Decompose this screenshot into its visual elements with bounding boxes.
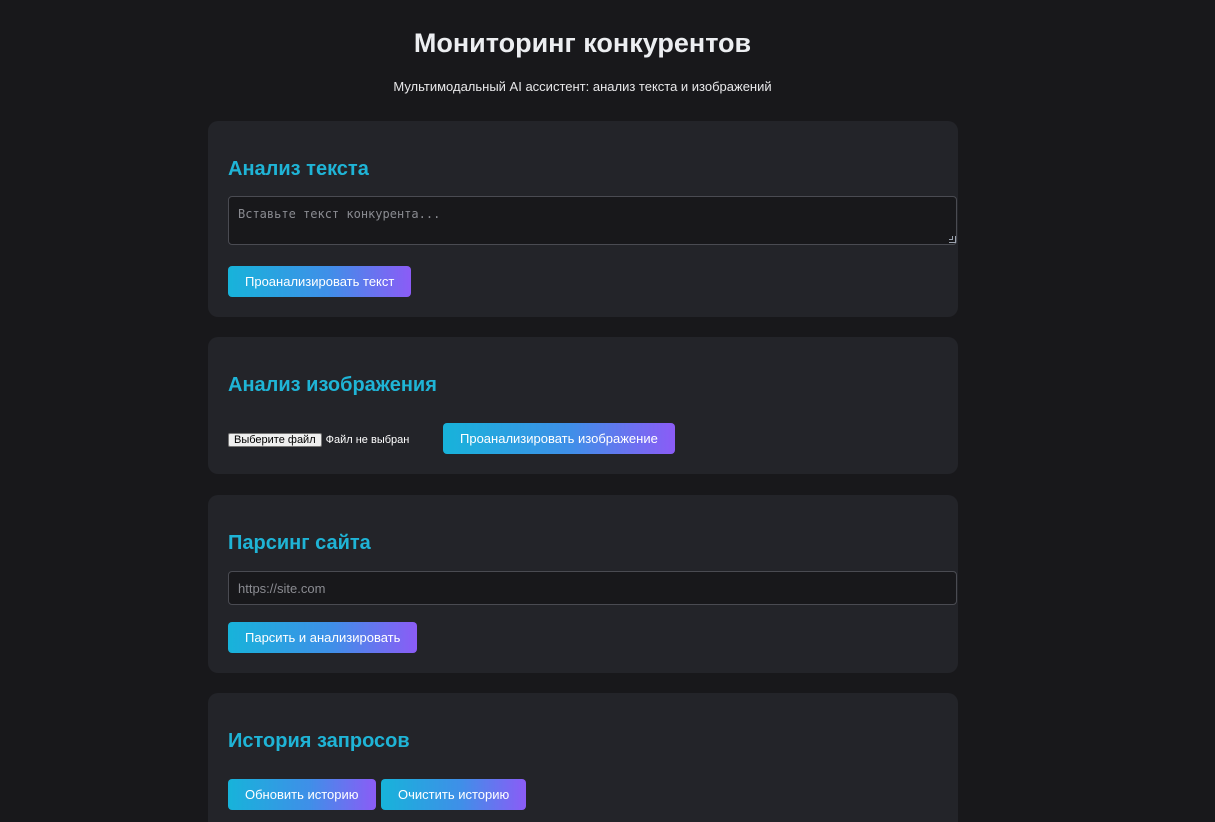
- page-title: Мониторинг конкурентов: [413, 28, 752, 58]
- textarea-resize-handle[interactable]: [949, 236, 956, 243]
- refresh-history-button[interactable]: Обновить историю: [228, 779, 376, 810]
- site-parsing-heading: Парсинг сайта: [228, 532, 371, 554]
- parse-site-button[interactable]: Парсить и анализировать: [228, 622, 418, 653]
- history-heading: История запросов: [228, 730, 410, 752]
- analyze-image-button[interactable]: Проанализировать изображение: [443, 423, 675, 454]
- analyze-text-button[interactable]: Проанализировать текст: [228, 266, 412, 297]
- history-card: История запросов Обновить историю Очисти…: [208, 693, 958, 822]
- text-analysis-card: Анализ текста Проанализировать текст: [208, 121, 958, 317]
- competitor-text-input[interactable]: [228, 196, 957, 245]
- page-subtitle: Мультимодальный AI ассистент: анализ тек…: [393, 79, 772, 94]
- text-analysis-heading: Анализ текста: [228, 158, 369, 180]
- file-picker: Выберите файл Файл не выбран: [228, 433, 409, 447]
- image-analysis-heading: Анализ изображения: [228, 374, 437, 396]
- page: Мониторинг конкурентов Мультимодальный A…: [0, 0, 1215, 822]
- file-status: Файл не выбран: [325, 434, 410, 446]
- choose-file-button[interactable]: Выберите файл: [228, 433, 322, 447]
- clear-history-button[interactable]: Очистить историю: [381, 779, 527, 810]
- site-url-input[interactable]: [228, 571, 957, 605]
- image-analysis-card: Анализ изображения Выберите файл Файл не…: [208, 337, 958, 474]
- site-parsing-card: Парсинг сайта Парсить и анализировать: [208, 495, 958, 673]
